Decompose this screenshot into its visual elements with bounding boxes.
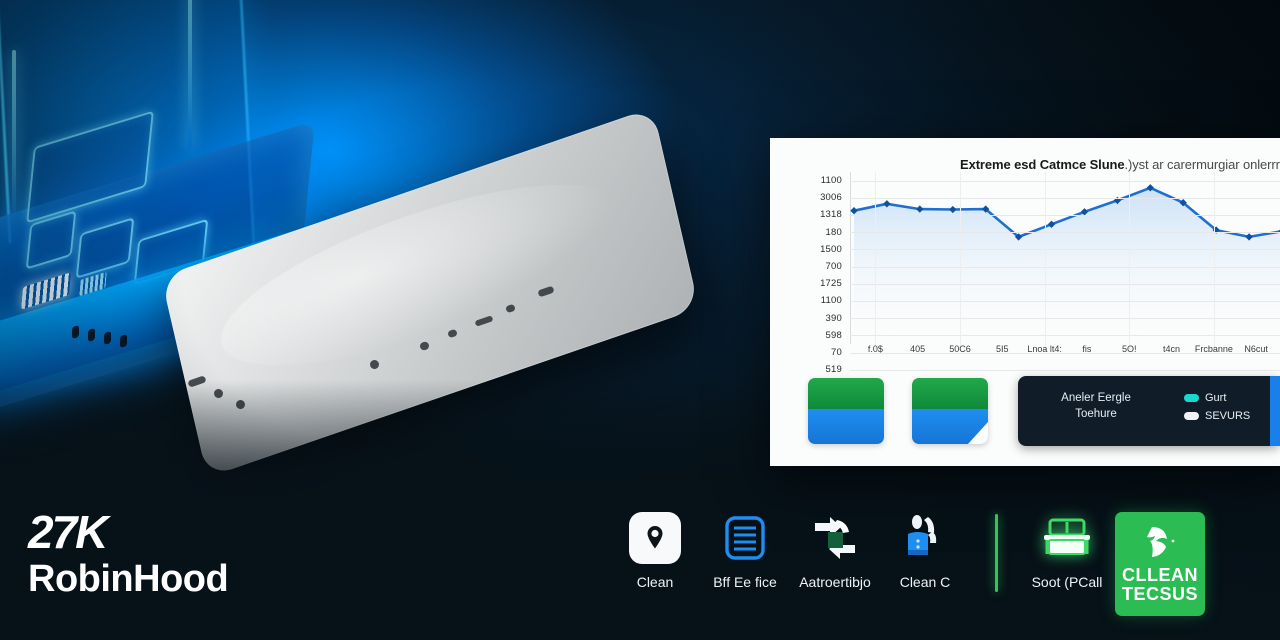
chart-y-axis: 1100 3006 1318 180 1500 700 1725 1100 390 598 70 51… xyxy=(788,172,846,378)
chart-xtick-2: 50C6 xyxy=(949,344,971,354)
sofa-icon xyxy=(1041,512,1093,564)
legend-item-1: SEVURS xyxy=(1184,407,1250,425)
feature-item-person-cleaning[interactable]: Clean C xyxy=(880,512,970,590)
feature-label-sofa: Soot (PCall xyxy=(1031,574,1103,590)
legend-items: Gurt SEVURS xyxy=(1184,389,1250,425)
chart-gridline-4 xyxy=(850,249,1280,251)
chart-ytick-10: 70 xyxy=(831,346,842,358)
chart-title: Extreme esd Catmce Slune.)yst ar carermu… xyxy=(960,157,1280,172)
legend-swatch-icon-0 xyxy=(1184,394,1199,402)
legend-card-line1: Aneler Eergle xyxy=(1061,392,1131,404)
chart-title-bold: Extreme esd Catmce Slune xyxy=(960,157,1125,172)
legend-item-0: Gurt xyxy=(1184,389,1250,407)
document-icon xyxy=(719,512,771,564)
chart-vgrid-2 xyxy=(960,172,961,350)
feature-item-exchange[interactable]: Aatroertibjo xyxy=(790,512,880,590)
chart-ytick-1: 3006 xyxy=(820,192,842,204)
chart-vgrid-0 xyxy=(875,172,877,350)
chart-ytick-2: 1318 xyxy=(820,209,842,221)
metric-tile-2[interactable] xyxy=(912,378,988,444)
chart-gridline-5 xyxy=(850,266,1280,268)
chart-ytick-3: 180 xyxy=(825,226,842,238)
location-pin-icon xyxy=(629,512,681,564)
chart-xtick-0: f.0$ xyxy=(867,344,883,354)
chart-xtick-9: N6cut xyxy=(1244,344,1268,354)
brand-tile-line2: TECSUS xyxy=(1121,584,1198,604)
chart-xtick-8: Frcbanne xyxy=(1194,344,1233,354)
feature-label-document: Bff Ee fice xyxy=(713,574,777,590)
feature-item-document[interactable]: Bff Ee fice xyxy=(700,512,790,590)
chart-ytick-7: 1100 xyxy=(820,295,842,307)
dashboard-accent-strip xyxy=(1270,376,1280,446)
exchange-arrows-icon xyxy=(809,512,861,564)
person-cleaning-icon xyxy=(899,512,951,564)
legend-card-line2: Toehure xyxy=(1075,408,1117,420)
chart-ytick-9: 598 xyxy=(825,329,842,341)
chart-xtick-1: 405 xyxy=(910,344,926,354)
legend-card: Aneler Eergle Toehure Gurt SEVURS xyxy=(1018,376,1280,446)
chart-xtick-7: t4cn xyxy=(1163,344,1181,354)
chart-gridline-0 xyxy=(850,180,1280,182)
chart-gridline-1 xyxy=(850,197,1280,199)
chart-xtick-6: 5O! xyxy=(1121,344,1137,354)
dashboard-panel: Extreme esd Catmce Slune.)yst ar carermu… xyxy=(770,138,1280,466)
brand-block: 27K RobinHood xyxy=(28,506,229,602)
feature-icon-row: Clean Bff Ee fice Aatroertibjo Clean C S… xyxy=(610,512,1208,616)
chart-ytick-0: 1100 xyxy=(820,175,842,186)
brand-tile-text: CLLEAN TECSUS xyxy=(1122,566,1198,604)
chart-ytick-6: 1725 xyxy=(820,278,842,290)
dashboard-card-row: Aneler Eergle Toehure Gurt SEVURS xyxy=(770,374,1280,466)
leaf-logo-icon xyxy=(1147,527,1175,557)
chart-vgrid-4 xyxy=(1044,172,1046,350)
legend-card-text: Aneler Eergle Toehure xyxy=(1036,390,1156,422)
vertical-divider-icon xyxy=(994,514,998,592)
chart-gridline-11 xyxy=(850,369,1280,371)
legend-label-0: Gurt xyxy=(1205,392,1227,404)
metric-tile-1-bottom xyxy=(808,409,884,444)
chart-xtick-3: 5I5 xyxy=(996,344,1009,354)
chart-ytick-5: 700 xyxy=(825,260,842,272)
feature-label-exchange: Aatroertibjo xyxy=(799,574,871,590)
chart-ytick-8: 390 xyxy=(825,312,842,324)
chart-plot-area xyxy=(850,172,1280,371)
chart-title-light: .)yst ar carermurgiar onlerrrob xyxy=(1124,157,1280,172)
feature-divider xyxy=(970,512,1022,592)
metric-tile-2-top xyxy=(912,378,988,409)
feature-item-sofa[interactable]: Soot (PCall xyxy=(1022,512,1112,590)
feature-item-brand-tile[interactable]: CLLEAN TECSUS xyxy=(1112,512,1208,616)
feature-label-location-pin: Clean xyxy=(636,574,674,590)
chart-gridline-8 xyxy=(850,318,1280,320)
chart-gridline-2 xyxy=(850,215,1280,216)
chart-xtick-4: Lnoa lt4: xyxy=(1027,344,1062,354)
metric-tile-1[interactable] xyxy=(808,378,884,444)
chart-vgrid-6 xyxy=(1129,172,1131,350)
chart-gridline-9 xyxy=(850,335,1280,337)
chart-ytick-4: 1500 xyxy=(820,243,842,255)
brand-tile[interactable]: CLLEAN TECSUS xyxy=(1115,512,1205,616)
metric-tile-1-top xyxy=(808,378,884,409)
brand-tile-line1: CLLEAN xyxy=(1121,565,1198,585)
chart-xtick-5: fis xyxy=(1082,344,1092,354)
chart-gridline-3 xyxy=(850,232,1280,234)
chart-x-axis: f.0$ 405 50C6 5I5 Lnoa lt4: fis 5O! t4cn Frcbann… xyxy=(850,344,1280,366)
chart-vgrid-8 xyxy=(1213,172,1215,350)
brand-tagline: 27K xyxy=(28,506,108,558)
legend-label-1: SEVURS xyxy=(1205,410,1251,422)
feature-label-person-cleaning: Clean C xyxy=(899,574,951,590)
legend-swatch-icon-1 xyxy=(1184,412,1199,420)
brand-name: RobinHood xyxy=(28,558,229,600)
chart-gridline-7 xyxy=(850,301,1280,302)
chart-gridline-6 xyxy=(850,283,1280,285)
feature-item-location-pin[interactable]: Clean xyxy=(610,512,700,590)
line-chart: Extreme esd Catmce Slune.)yst ar carermu… xyxy=(770,138,1280,375)
